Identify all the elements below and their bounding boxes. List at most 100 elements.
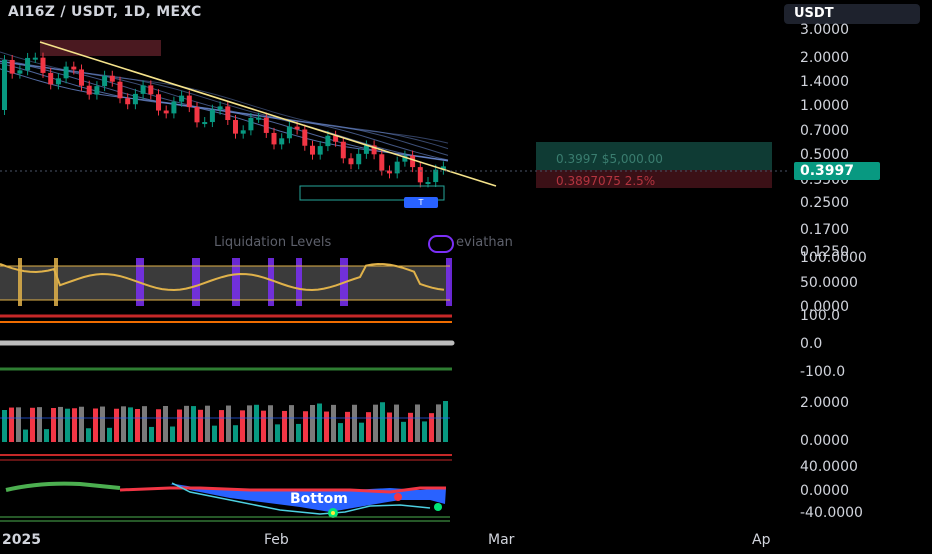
volume-bar — [51, 408, 56, 442]
momentum-red-dot — [394, 493, 402, 501]
candle — [171, 101, 177, 114]
candle — [363, 145, 369, 154]
price-axis-label: 0.5000 — [800, 147, 849, 163]
candle — [102, 75, 108, 87]
volume-axis-label: 2.0000 — [800, 395, 849, 411]
position-stop-label[interactable]: 0.3897075 2.5% — [556, 174, 655, 188]
currency-button[interactable]: USDT — [784, 4, 920, 24]
bottom-signal-core — [331, 511, 335, 515]
position-entry-label[interactable]: 0.3997 $5,000.00 — [556, 152, 663, 166]
oscillator-highlight — [268, 258, 274, 306]
candle — [202, 122, 208, 125]
candle — [379, 154, 385, 171]
volume-bar — [170, 426, 175, 442]
volume-bar — [135, 408, 140, 442]
candle — [271, 132, 277, 145]
volume-bar — [373, 404, 378, 442]
trendline[interactable] — [39, 41, 497, 187]
price-axis-label: 1.0000 — [800, 98, 849, 114]
volume-bar — [184, 405, 189, 442]
volume-bar — [345, 411, 350, 442]
candle — [286, 126, 292, 139]
candle — [294, 126, 300, 130]
candle — [109, 75, 115, 82]
oscillator-highlight — [446, 258, 452, 306]
volume-bar — [121, 406, 126, 442]
candle — [340, 141, 346, 159]
price-axis-label: 3.0000 — [800, 22, 849, 38]
volume-bars — [2, 401, 448, 442]
candle — [40, 57, 46, 73]
cci-axis-label: 0.0 — [800, 336, 823, 352]
volume-bar — [72, 408, 77, 442]
candle — [63, 66, 69, 79]
candle — [94, 86, 100, 95]
volume-bar — [408, 412, 413, 442]
volume-bar — [352, 404, 357, 442]
time-axis-label: Ap — [752, 532, 771, 548]
candle — [179, 95, 185, 102]
price-axis-label: 0.2500 — [800, 195, 849, 211]
candle — [32, 57, 38, 60]
cci-axis-label: -100.0 — [800, 364, 846, 380]
volume-bar — [415, 404, 420, 442]
candle — [217, 106, 223, 110]
candle — [417, 167, 423, 183]
candle — [225, 106, 231, 121]
candle — [433, 169, 439, 183]
current-price-tag[interactable]: 0.3997 — [794, 162, 880, 180]
candle — [356, 153, 362, 165]
momentum-green-line — [5, 481, 121, 492]
volume-bar — [226, 405, 231, 442]
volume-bar — [23, 429, 28, 442]
volume-bar — [282, 410, 287, 442]
symbol-title[interactable]: AI16Z / USDT, 1D, MEXC — [8, 4, 202, 20]
volume-bar — [268, 405, 273, 442]
candle — [186, 95, 192, 108]
volume-bar — [128, 407, 133, 442]
momentum-green-dot — [434, 503, 442, 511]
price-axis-label: 2.0000 — [800, 50, 849, 66]
time-axis-label: 2025 — [2, 532, 41, 548]
candle — [156, 94, 161, 111]
volume-bar — [240, 410, 245, 442]
volume-bar — [205, 405, 210, 442]
candle — [317, 146, 323, 155]
volume-bar — [422, 421, 427, 442]
volume-bar — [79, 406, 84, 442]
chart-canvas[interactable] — [0, 0, 932, 550]
price-axis-label: 0.1700 — [800, 222, 849, 238]
volume-bar — [359, 422, 364, 442]
volume-bar — [394, 404, 399, 442]
volume-bar — [30, 407, 35, 442]
oscillator-highlight — [232, 258, 240, 306]
volume-bar — [261, 410, 266, 442]
volume-bar — [254, 404, 259, 442]
volume-bar — [429, 413, 434, 442]
volume-bar — [100, 406, 105, 442]
volume-bar — [177, 409, 182, 442]
trade-marker[interactable]: T — [404, 197, 438, 208]
chart-area[interactable]: AI16Z / USDT, 1D, MEXC USDT 3.0000 2.000… — [0, 0, 932, 550]
candle — [425, 182, 431, 185]
candle — [71, 66, 77, 70]
price-axis-label: 1.4000 — [800, 74, 849, 90]
volume-bar — [58, 406, 63, 442]
volume-bar — [366, 412, 371, 442]
volume-bar — [65, 408, 70, 442]
volume-axis-label: 0.0000 — [800, 433, 849, 449]
volume-bar — [149, 426, 154, 442]
volume-bar — [436, 404, 441, 442]
candle — [132, 93, 138, 105]
momentum-axis-label: 40.0000 — [800, 459, 858, 475]
oscillator-highlight — [54, 258, 58, 306]
volume-bar — [2, 410, 7, 442]
volume-bar — [107, 427, 112, 442]
candles — [2, 52, 446, 188]
candle — [194, 107, 200, 123]
volume-bar — [156, 409, 161, 442]
volume-bar — [331, 404, 336, 442]
volume-bar — [387, 412, 392, 442]
volume-bar — [310, 404, 315, 442]
volume-bar — [198, 409, 203, 442]
